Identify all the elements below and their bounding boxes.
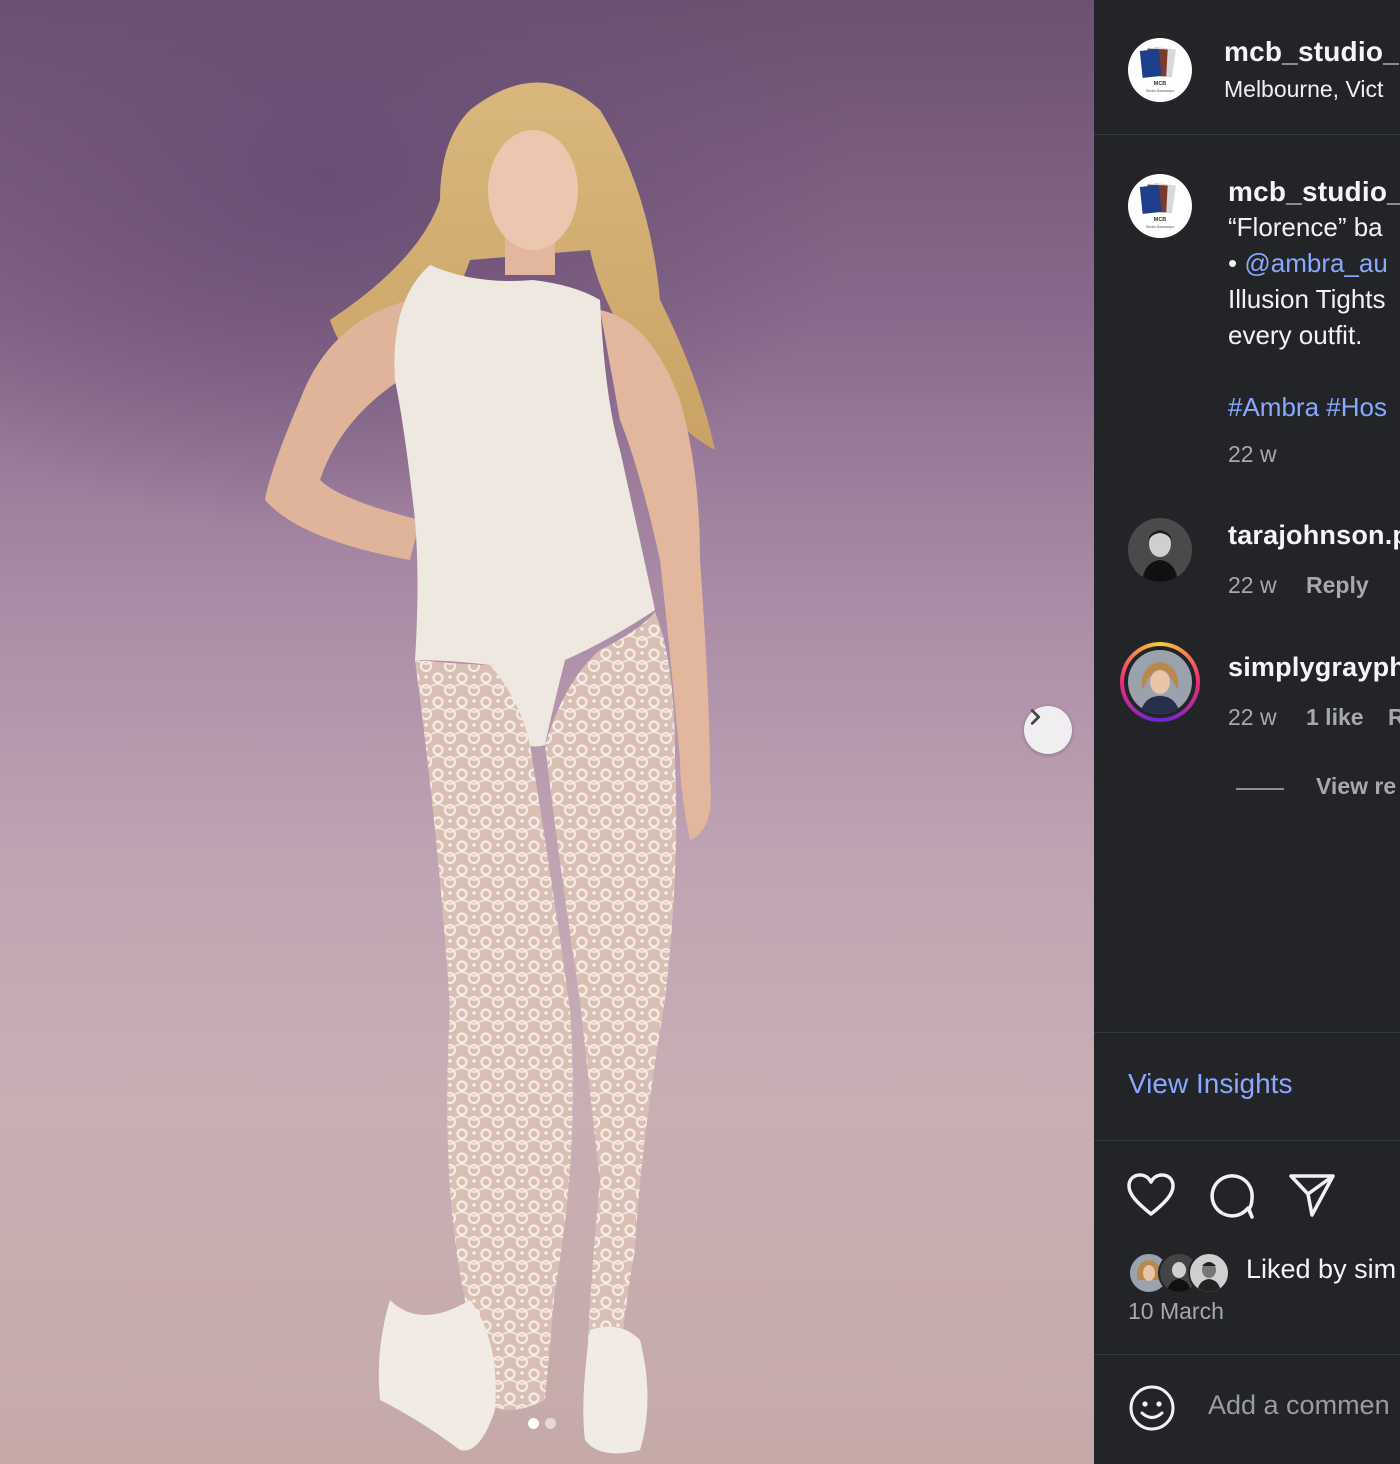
comments-divider [1094, 1032, 1400, 1033]
emoji-icon[interactable] [1128, 1384, 1176, 1432]
caption-bullet: • [1228, 248, 1238, 278]
carousel-dots [528, 1418, 556, 1429]
comment-time[interactable]: 22 w [1228, 704, 1277, 731]
view-replies-button[interactable]: View re [1316, 773, 1396, 800]
comment-likes[interactable]: 1 like [1306, 704, 1364, 731]
post-photo [0, 0, 1094, 1464]
person-photo [1128, 518, 1192, 582]
carousel-next-button[interactable] [1024, 706, 1072, 754]
insights-divider [1094, 1140, 1400, 1141]
post-date[interactable]: 10 March [1128, 1298, 1224, 1325]
caption-avatar[interactable]: MCB Studio Backdrops [1128, 174, 1192, 238]
right-shoe [583, 1326, 648, 1454]
svg-text:Studio Backdrops: Studio Backdrops [1146, 225, 1174, 229]
header-divider [1094, 134, 1400, 135]
mcb-logo: MCB Studio Backdrops [1139, 182, 1176, 229]
caption-line: “Florence” ba [1228, 212, 1383, 242]
story-ring-avatar[interactable] [1120, 642, 1200, 722]
person-photo [1128, 650, 1192, 714]
caption-line: every outfit. [1228, 320, 1363, 350]
carousel-dot-active[interactable] [528, 1418, 539, 1429]
header-location[interactable]: Melbourne, Vict [1224, 76, 1383, 103]
caption-line: Illusion Tights [1228, 284, 1386, 314]
view-insights-link[interactable]: View Insights [1128, 1068, 1292, 1100]
comment-username[interactable]: simplygrayph [1228, 652, 1400, 683]
comment-time[interactable]: 22 w [1228, 572, 1277, 599]
add-comment-input[interactable]: Add a commen [1208, 1390, 1390, 1421]
comment-avatar[interactable] [1128, 518, 1192, 582]
comment-username[interactable]: tarajohnson.p [1228, 520, 1400, 551]
caption-mention-line: • @ambra_au [1228, 248, 1388, 279]
post-side-panel: MCB Studio Backdrops mcb_studio_ Melbour… [1094, 0, 1400, 1464]
mcb-logo: MCB Studio Backdrops [1139, 46, 1176, 93]
face [488, 130, 578, 250]
left-shoe [378, 1300, 496, 1451]
hashtag-links[interactable]: #Ambra #Hos [1228, 392, 1387, 423]
account-avatar[interactable]: MCB Studio Backdrops [1128, 38, 1192, 102]
heart-icon[interactable] [1126, 1172, 1176, 1218]
liker-avatar [1188, 1252, 1230, 1294]
mention-link[interactable]: @ambra_au [1244, 248, 1387, 278]
reply-button[interactable]: R [1388, 704, 1400, 731]
caption-time[interactable]: 22 w [1228, 441, 1277, 468]
share-icon[interactable] [1288, 1172, 1336, 1218]
chevron-right-icon [1030, 709, 1041, 725]
replies-line [1236, 788, 1284, 790]
svg-text:MCB: MCB [1154, 81, 1167, 87]
model-illustration [265, 82, 715, 1454]
svg-text:MCB: MCB [1154, 217, 1167, 223]
header-username[interactable]: mcb_studio_ [1224, 36, 1399, 68]
comment-icon[interactable] [1208, 1172, 1256, 1220]
reply-button[interactable]: Reply [1306, 572, 1369, 599]
footer-divider [1094, 1354, 1400, 1355]
liked-by-text[interactable]: Liked by sim [1246, 1254, 1396, 1285]
caption-username[interactable]: mcb_studio_ [1228, 176, 1400, 208]
carousel-dot[interactable] [545, 1418, 556, 1429]
svg-text:Studio Backdrops: Studio Backdrops [1146, 89, 1174, 93]
